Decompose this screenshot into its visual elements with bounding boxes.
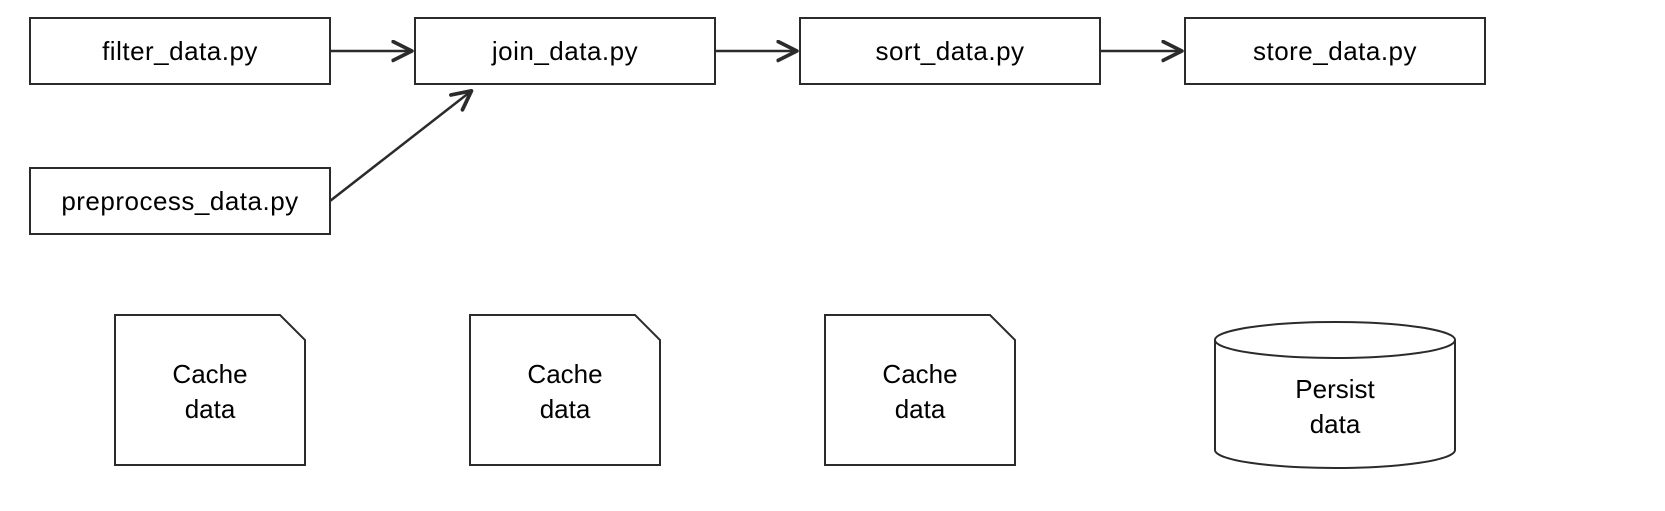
node-sort-label: sort_data.py xyxy=(875,36,1024,66)
storage-database-line1: Persist xyxy=(1295,374,1375,404)
node-filter: filter_data.py xyxy=(30,18,330,84)
node-filter-label: filter_data.py xyxy=(102,36,258,66)
node-join: join_data.py xyxy=(415,18,715,84)
arrow-preprocess-to-join xyxy=(330,92,470,201)
storage-cache-3: Cache data xyxy=(825,315,1015,465)
storage-cache-1: Cache data xyxy=(115,315,305,465)
node-store-label: store_data.py xyxy=(1253,36,1417,66)
pipeline-diagram: filter_data.py join_data.py sort_data.py… xyxy=(0,0,1665,511)
storage-cache-1-line2: data xyxy=(185,394,236,424)
storage-database-line2: data xyxy=(1310,409,1361,439)
storage-cache-1-line1: Cache xyxy=(172,359,247,389)
node-preprocess-label: preprocess_data.py xyxy=(61,186,298,216)
storage-cache-2-line1: Cache xyxy=(527,359,602,389)
node-join-label: join_data.py xyxy=(491,36,638,66)
storage-cache-3-line1: Cache xyxy=(882,359,957,389)
node-preprocess: preprocess_data.py xyxy=(30,168,330,234)
node-store: store_data.py xyxy=(1185,18,1485,84)
storage-database: Persist data xyxy=(1215,322,1455,468)
storage-cache-2-line2: data xyxy=(540,394,591,424)
storage-cache-2: Cache data xyxy=(470,315,660,465)
node-sort: sort_data.py xyxy=(800,18,1100,84)
storage-cache-3-line2: data xyxy=(895,394,946,424)
